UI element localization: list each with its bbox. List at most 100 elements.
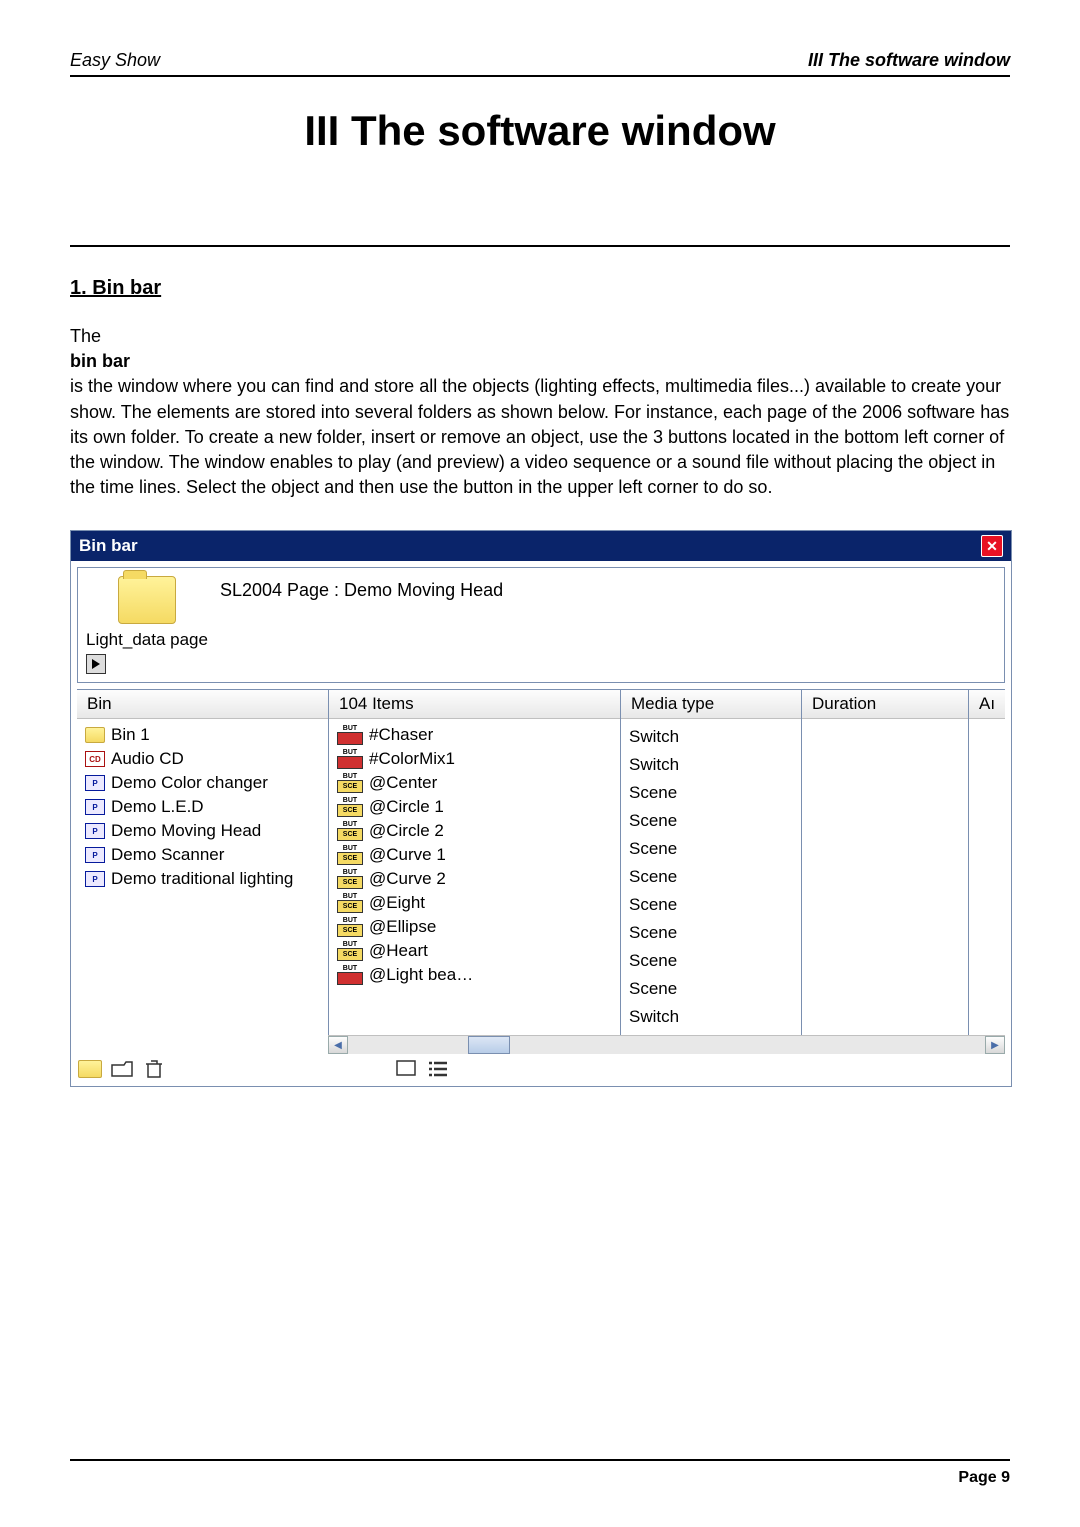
bin-row[interactable]: PDemo Moving Head	[85, 819, 320, 843]
duration-header[interactable]: Duration	[802, 690, 968, 719]
scroll-thumb[interactable]	[468, 1036, 510, 1054]
item-label: @Ellipse	[369, 917, 436, 937]
header-left: Easy Show	[70, 50, 160, 71]
but-yel-icon: BUTSCE	[337, 941, 363, 961]
item-row[interactable]: BUT #ColorMix1	[337, 747, 612, 771]
header-rule	[70, 75, 1010, 77]
bin-label: Demo Scanner	[111, 845, 224, 865]
play-icon	[92, 659, 100, 669]
bottom-left-buttons	[77, 1058, 167, 1080]
media-cell: Switch	[629, 1003, 793, 1031]
scroll-right-icon[interactable]: ▶	[985, 1036, 1005, 1054]
bin-label: Bin 1	[111, 725, 150, 745]
item-row[interactable]: BUTSCE @Center	[337, 771, 612, 795]
text-rest: is the window where you can find and sto…	[70, 376, 1009, 497]
duration-cell	[810, 891, 960, 919]
item-label: @Eight	[369, 893, 425, 913]
bin-row[interactable]: Bin 1	[85, 723, 320, 747]
item-row[interactable]: BUTSCE@Curve 2	[337, 867, 612, 891]
item-row[interactable]: BUTSCE @Circle 1	[337, 795, 612, 819]
media-cell: Switch	[629, 723, 793, 751]
p-icon: P	[85, 823, 105, 839]
item-label: @Center	[369, 773, 437, 793]
page-footer: Page 9	[70, 1459, 1010, 1487]
but-yel-icon: BUTSCE	[337, 893, 363, 913]
bin-label: Audio CD	[111, 749, 184, 769]
view-icons-button[interactable]	[393, 1058, 419, 1080]
media-cell: Scene	[629, 947, 793, 975]
items-column: 104 Items BUT#ChaserBUT#ColorMix1BUTSCE@…	[329, 690, 621, 1035]
item-label: @Circle 1	[369, 797, 444, 817]
item-row[interactable]: BUTSCE @Curve 1	[337, 843, 612, 867]
media-header[interactable]: Media type	[621, 690, 801, 719]
media-cell: Scene	[629, 975, 793, 1003]
close-icon[interactable]: ✕	[981, 535, 1003, 557]
media-column: Media type SwitchSwitchSceneSceneSceneSc…	[621, 690, 802, 1035]
but-red-icon: BUT	[337, 725, 363, 745]
window-bottombar	[77, 1058, 1005, 1080]
item-label: @Curve 1	[369, 845, 446, 865]
new-folder-button[interactable]	[77, 1058, 103, 1080]
horizontal-scrollbar[interactable]: ◀ ▶	[328, 1035, 1005, 1054]
item-row[interactable]: BUT #Chaser	[337, 723, 612, 747]
bin-label: Demo traditional lighting	[111, 869, 293, 889]
scroll-left-icon[interactable]: ◀	[328, 1036, 348, 1054]
page-title: III The software window	[70, 107, 1010, 155]
media-cell: Switch	[629, 751, 793, 779]
page-label: SL2004 Page : Demo Moving Head	[220, 580, 503, 601]
play-button[interactable]	[86, 654, 106, 674]
bin-row[interactable]: PDemo Scanner	[85, 843, 320, 867]
bin-header[interactable]: Bin	[77, 690, 328, 719]
but-yel-icon: BUTSCE	[337, 917, 363, 937]
folder-label: Light_data page	[86, 630, 208, 650]
duration-cell	[810, 723, 960, 751]
duration-cell	[810, 835, 960, 863]
items-header[interactable]: 104 Items	[329, 690, 620, 719]
bin-row[interactable]: PDemo traditional lighting	[85, 867, 320, 891]
bin-row[interactable]: CDAudio CD	[85, 747, 320, 771]
media-cell: Scene	[629, 835, 793, 863]
but-red-icon: BUT	[337, 749, 363, 769]
item-row[interactable]: BUTSCE@Circle 2	[337, 819, 612, 843]
folder-icon	[85, 727, 105, 743]
item-label: #Chaser	[369, 725, 433, 745]
item-label: @Heart	[369, 941, 428, 961]
item-row[interactable]: BUTSCE @Eight	[337, 891, 612, 915]
view-list-button[interactable]	[425, 1058, 451, 1080]
open-button[interactable]	[109, 1058, 135, 1080]
last-header[interactable]: Aı	[969, 690, 1005, 719]
page-number: Page 9	[70, 1469, 1010, 1487]
item-label: @Curve 2	[369, 869, 446, 889]
item-row[interactable]: BUTSCE @Heart	[337, 939, 612, 963]
text-binbar: bin bar	[70, 351, 130, 371]
item-label: #ColorMix1	[369, 749, 455, 769]
delete-button[interactable]	[141, 1058, 167, 1080]
but-yel-icon: BUTSCE	[337, 773, 363, 793]
page-header: Easy Show III The software window	[70, 50, 1010, 71]
media-cell: Scene	[629, 919, 793, 947]
section-rule	[70, 245, 1010, 247]
duration-cell	[810, 975, 960, 1003]
window-title-text: Bin bar	[79, 536, 138, 556]
section-heading: 1. Bin bar	[70, 277, 1010, 300]
item-row[interactable]: BUT@Light bea…	[337, 963, 612, 987]
duration-cell	[810, 1003, 960, 1031]
p-icon: P	[85, 775, 105, 791]
item-row[interactable]: BUTSCE @Ellipse	[337, 915, 612, 939]
but-yel-icon: BUTSCE	[337, 845, 363, 865]
duration-cell	[810, 779, 960, 807]
body-paragraph: The bin bar is the window where you can …	[70, 324, 1010, 500]
last-column: Aı ▲ ▼	[969, 690, 1005, 1035]
but-red-icon: BUT	[337, 965, 363, 985]
window-titlebar: Bin bar ✕	[71, 531, 1011, 561]
bin-row[interactable]: PDemo Color changer	[85, 771, 320, 795]
bin-row[interactable]: PDemo L.E.D	[85, 795, 320, 819]
duration-cell	[810, 919, 960, 947]
folder-icon	[118, 576, 176, 624]
window-top-panel: Light_data page SL2004 Page : Demo Movin…	[77, 567, 1005, 683]
header-right: III The software window	[808, 50, 1010, 71]
item-label: @Circle 2	[369, 821, 444, 841]
folder-preview: Light_data page	[86, 576, 208, 674]
but-yel-icon: BUTSCE	[337, 797, 363, 817]
duration-cell	[810, 947, 960, 975]
